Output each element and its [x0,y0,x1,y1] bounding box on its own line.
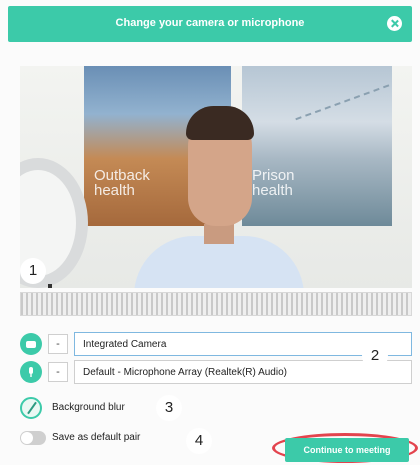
microphone-toggle-button[interactable]: - [48,362,68,382]
camera-row: - Integrated Camera [20,332,412,356]
microphone-select[interactable]: Default - Microphone Array (Realtek(R) A… [74,360,412,384]
microphone-row: - Default - Microphone Array (Realtek(R)… [20,360,412,384]
dialog-header: Change your camera or microphone [8,6,412,42]
microphone-icon [20,361,42,383]
device-settings-dialog: Change your camera or microphone Outback… [0,0,420,465]
background-blur-icon[interactable] [20,397,42,419]
close-icon[interactable] [387,16,402,31]
camera-preview: Outback health Prison health [20,66,412,288]
dialog-title: Change your camera or microphone [115,17,305,29]
save-default-label: Save as default pair [52,432,141,443]
razor-wire-graphic [295,77,392,175]
callout-1: 1 [20,258,46,284]
participant-neck [204,224,234,244]
ring-light-stand [48,284,52,288]
participant-video [134,106,304,288]
save-default-switch[interactable] [20,431,46,445]
participant-hair [186,106,254,140]
background-blur-label: Background blur [52,402,125,413]
save-default-option[interactable]: Save as default pair [20,427,180,449]
callout-4: 4 [186,428,212,454]
callout-3: 3 [156,395,182,421]
continue-to-meeting-button[interactable]: Continue to meeting [285,438,409,462]
audio-level-meter [20,292,412,316]
camera-toggle-button[interactable]: - [48,334,68,354]
callout-2: 2 [362,343,388,369]
camera-icon [20,333,42,355]
